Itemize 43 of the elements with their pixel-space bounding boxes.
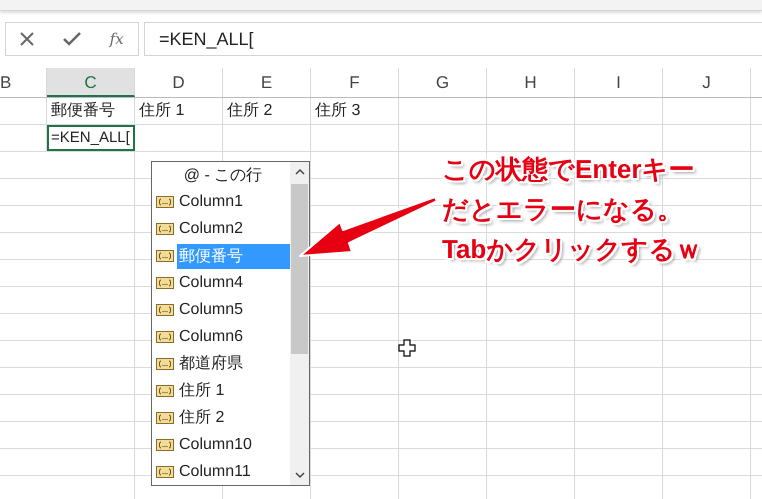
table-field-icon — [156, 384, 174, 397]
list-item[interactable]: Column5 — [177, 299, 290, 322]
table-field-icon — [156, 277, 174, 290]
list-item[interactable]: Column4 — [177, 272, 290, 294]
list-item[interactable]: Column1 — [177, 191, 290, 214]
scrollbar[interactable] — [290, 162, 309, 485]
table-field-icon — [156, 250, 174, 262]
table-field-icon — [156, 304, 174, 316]
table-field-icon — [156, 438, 174, 451]
column-header[interactable]: D — [135, 68, 223, 97]
column-header[interactable]: E — [223, 68, 311, 97]
table-field-icon — [156, 223, 174, 236]
scroll-down-icon[interactable] — [294, 471, 304, 479]
table-field-icon — [156, 358, 174, 370]
table-field-icon — [156, 330, 174, 343]
annotation-text: Tabかクリックするｗ — [442, 233, 702, 266]
list-item[interactable]: Column11 — [177, 460, 290, 483]
list-item[interactable]: @ - この行 — [180, 162, 266, 188]
scroll-up-icon[interactable] — [294, 168, 304, 176]
table-field-icon — [156, 196, 174, 208]
column-header[interactable]: H — [487, 68, 575, 97]
table-cell[interactable]: =KEN_ALL[ — [47, 125, 135, 151]
table-field-icon — [156, 466, 174, 478]
cancel-icon[interactable] — [20, 32, 34, 46]
column-header[interactable]: F — [311, 68, 399, 97]
check-icon[interactable] — [62, 32, 81, 46]
annotation-text: この状態でEnterキー — [442, 153, 696, 186]
list-item[interactable]: 住所 2 — [177, 405, 290, 430]
formula-input[interactable]: =KEN_ALL[ — [144, 22, 762, 56]
column-header[interactable]: C — [47, 68, 135, 97]
scrollbar-thumb[interactable] — [291, 184, 308, 354]
cross-cursor-icon — [398, 339, 416, 357]
column-header[interactable]: J — [663, 68, 751, 97]
table-field-icon — [156, 412, 174, 424]
list-item[interactable]: Column2 — [177, 218, 290, 240]
list-item[interactable]: 都道府県 — [177, 351, 290, 376]
list-item[interactable]: 住所 1 — [177, 378, 290, 404]
annotation-text: だとエラーになる。 — [442, 193, 684, 226]
list-item[interactable]: Column6 — [177, 326, 290, 348]
insert-function-button[interactable]: fx — [110, 30, 124, 48]
list-item[interactable]: Column10 — [177, 434, 290, 456]
column-header[interactable]: I — [575, 68, 663, 97]
column-header[interactable]: G — [399, 68, 487, 97]
